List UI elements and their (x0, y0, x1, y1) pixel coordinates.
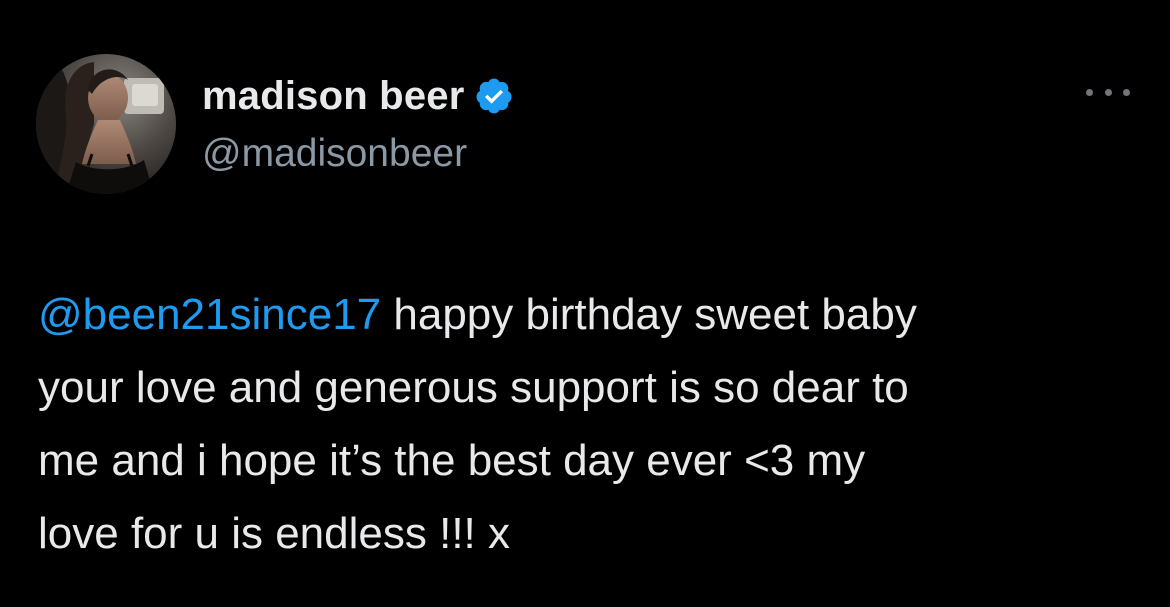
author-display-name[interactable]: madison beer (202, 74, 464, 119)
more-dot (1104, 88, 1112, 96)
tweet-card: madison beer @madisonbeer @been21since17… (0, 0, 1170, 607)
tweet-line-text: love for u is endless !!! x (38, 509, 510, 558)
tweet-line: @been21since17 happy birthday sweet baby (38, 278, 1138, 351)
author-avatar[interactable] (36, 54, 176, 194)
tweet-line: your love and generous support is so dea… (38, 351, 1138, 424)
tweet-text: @been21since17 happy birthday sweet baby… (38, 278, 1138, 570)
author-name-row[interactable]: madison beer (202, 72, 514, 120)
verified-badge-icon (474, 76, 514, 116)
tweet-line: me and i hope it’s the best day ever <3 … (38, 424, 1138, 497)
more-options-icon[interactable] (1086, 80, 1130, 104)
more-dot (1086, 88, 1093, 96)
tweet-line-text: happy birthday sweet baby (381, 290, 917, 339)
author-handle[interactable]: @madisonbeer (202, 132, 467, 176)
mention-link[interactable]: @been21since17 (38, 290, 381, 339)
tweet-line: love for u is endless !!! x (38, 497, 1138, 570)
more-dot (1123, 88, 1130, 96)
avatar-photo (36, 54, 176, 194)
tweet-line-text: me and i hope it’s the best day ever <3 … (38, 436, 866, 485)
tweet-line-text: your love and generous support is so dea… (38, 363, 909, 412)
